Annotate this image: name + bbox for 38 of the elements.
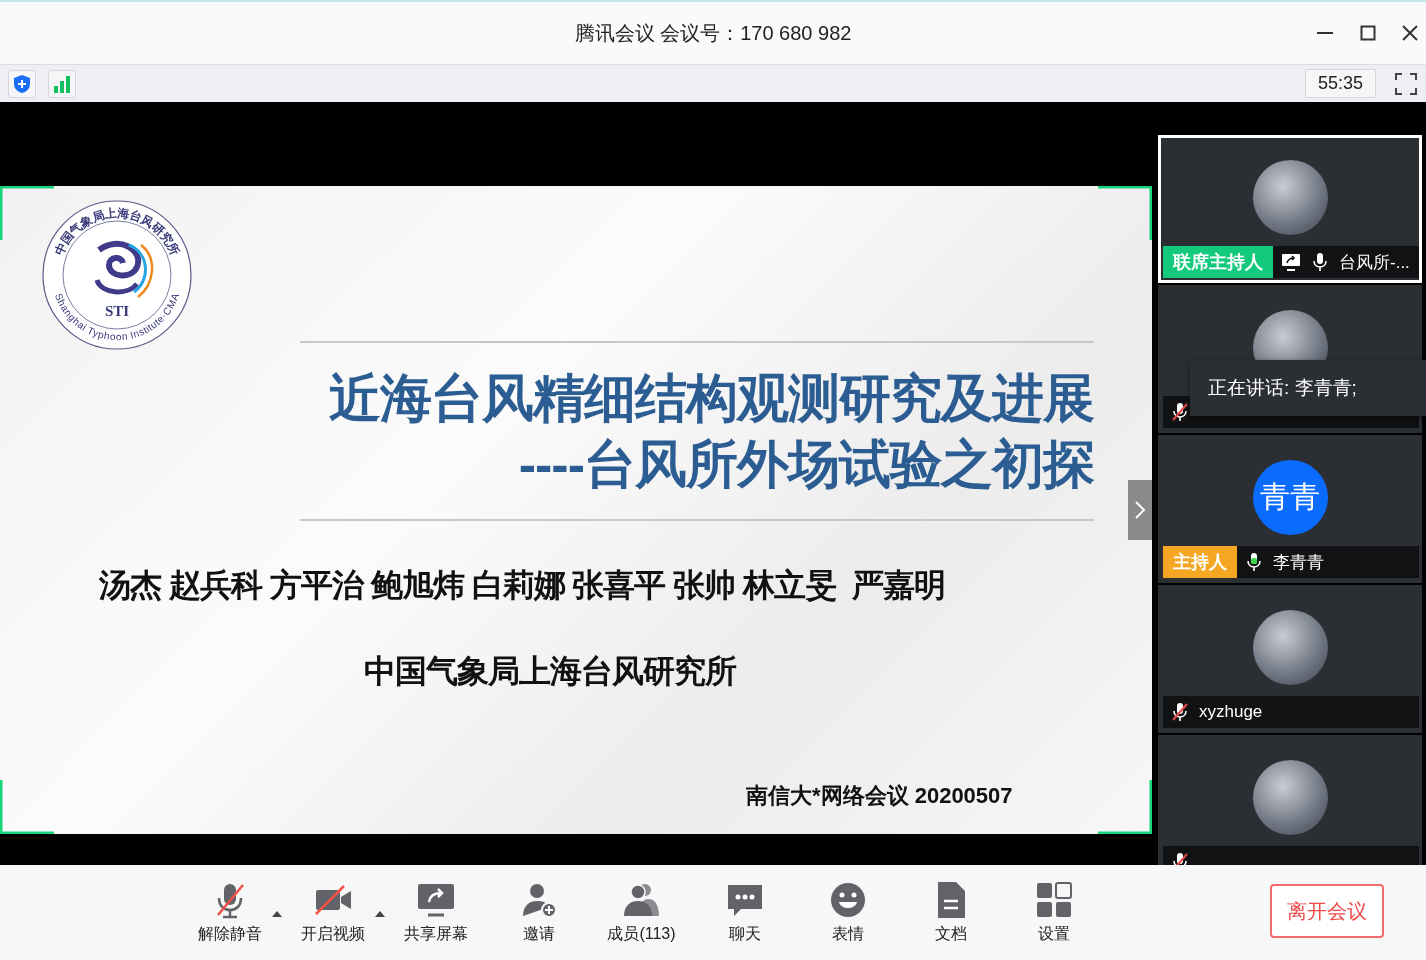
maximize-icon[interactable] bbox=[1360, 25, 1376, 41]
author-list: 汤杰 赵兵科 方平治 鲍旭炜 白莉娜 张喜平 张帅 林立旻 严嘉明 bbox=[99, 564, 945, 608]
window-title: 腾讯会议 会议号：170 680 982 bbox=[574, 20, 852, 46]
initials-avatar: 青青 bbox=[1252, 460, 1328, 535]
signal-icon bbox=[53, 74, 71, 93]
members-button[interactable]: 成员(113) bbox=[607, 880, 676, 945]
role-badge: 主持人 bbox=[1163, 546, 1237, 578]
slide-title: ----台风所外场试验之初探 bbox=[517, 434, 1094, 495]
participant-name: xyzhuge bbox=[1199, 702, 1263, 722]
start-video-button[interactable]: 开启视频 bbox=[300, 880, 365, 945]
emoji-button[interactable]: 表情 bbox=[827, 880, 868, 945]
caret-icon[interactable] bbox=[374, 910, 386, 918]
invite-button[interactable]: 邀请 bbox=[518, 880, 559, 945]
participant-name: 李青青 bbox=[1273, 551, 1324, 574]
chevron-right-icon bbox=[1134, 500, 1146, 520]
role-badge: 联席主持人 bbox=[1163, 246, 1273, 278]
settings-button[interactable]: 设置 bbox=[1033, 880, 1074, 945]
leave-meeting-button[interactable]: 离开会议 bbox=[1270, 884, 1384, 938]
participant-tile[interactable]: 联席主持人 台风所-... bbox=[1158, 135, 1422, 283]
shield-button[interactable] bbox=[8, 69, 36, 98]
unmute-button[interactable]: 解除静音 bbox=[197, 880, 262, 945]
share-screen-button[interactable]: 共享屏幕 bbox=[403, 880, 468, 945]
slide-footer: 南信大*网络会议 20200507 bbox=[746, 781, 1013, 811]
close-icon[interactable] bbox=[1402, 25, 1418, 41]
participant-tile[interactable]: 青青 主持人 李青青 bbox=[1158, 435, 1422, 583]
participant-tile[interactable]: xyzhuge bbox=[1158, 585, 1422, 733]
organization-name: 中国气象局上海台风研究所 bbox=[364, 652, 736, 691]
slide-title: 近海台风精细结构观测研究及进展 bbox=[328, 368, 1094, 429]
speaking-tooltip: 正在讲话: 李青青; bbox=[1190, 360, 1426, 416]
chat-button[interactable]: 聊天 bbox=[724, 880, 765, 945]
participant-tile[interactable] bbox=[1158, 735, 1422, 865]
fullscreen-icon[interactable] bbox=[1394, 71, 1418, 96]
documents-button[interactable]: 文档 bbox=[930, 880, 971, 945]
next-page-button[interactable] bbox=[1128, 480, 1152, 540]
participant-name: 台风所-... bbox=[1339, 251, 1410, 274]
meeting-timer: 55:35 bbox=[1304, 69, 1376, 98]
shield-icon bbox=[13, 73, 31, 94]
caret-icon[interactable] bbox=[271, 910, 283, 918]
